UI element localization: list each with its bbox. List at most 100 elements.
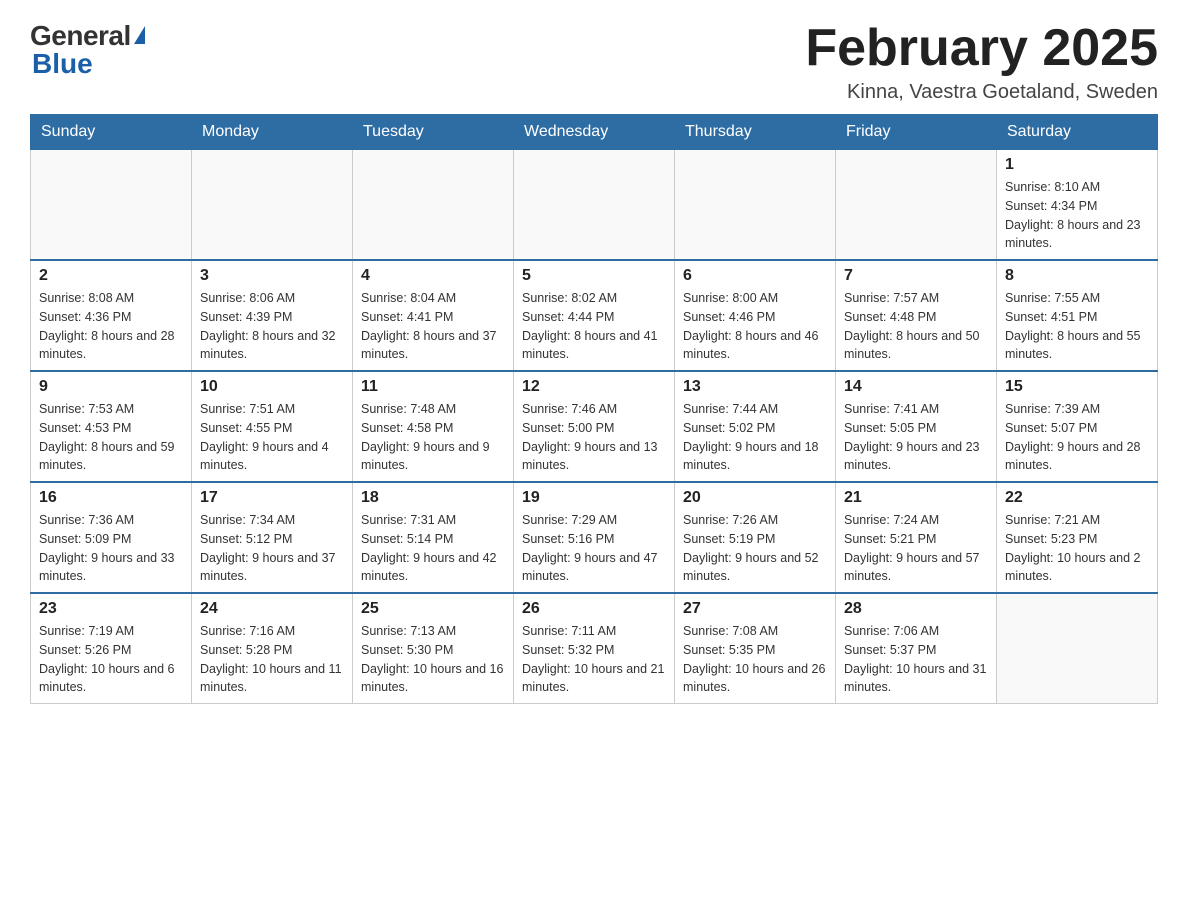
header-monday: Monday [192, 115, 353, 150]
day-number: 17 [200, 489, 344, 507]
calendar-subtitle: Kinna, Vaestra Goetaland, Sweden [805, 81, 1158, 104]
day-number: 8 [1005, 267, 1149, 285]
title-area: February 2025 Kinna, Vaestra Goetaland, … [805, 20, 1158, 104]
day-info: Sunrise: 7:34 AMSunset: 5:12 PMDaylight:… [200, 511, 344, 586]
day-info: Sunrise: 8:06 AMSunset: 4:39 PMDaylight:… [200, 289, 344, 364]
calendar-cell: 4 Sunrise: 8:04 AMSunset: 4:41 PMDaylight… [353, 260, 514, 371]
day-info: Sunrise: 7:11 AMSunset: 5:32 PMDaylight:… [522, 622, 666, 697]
day-info: Sunrise: 7:13 AMSunset: 5:30 PMDaylight:… [361, 622, 505, 697]
calendar-cell [353, 150, 514, 261]
day-number: 27 [683, 600, 827, 618]
day-number: 13 [683, 378, 827, 396]
calendar-week-4: 16 Sunrise: 7:36 AMSunset: 5:09 PMDayligh… [31, 482, 1158, 593]
calendar-cell: 2Sunrise: 8:08 AMSunset: 4:36 PMDaylight… [31, 260, 192, 371]
day-number: 10 [200, 378, 344, 396]
day-info: Sunrise: 7:41 AMSunset: 5:05 PMDaylight:… [844, 400, 988, 475]
day-number: 25 [361, 600, 505, 618]
day-info: Sunrise: 7:24 AMSunset: 5:21 PMDaylight:… [844, 511, 988, 586]
calendar-week-3: 9 Sunrise: 7:53 AMSunset: 4:53 PMDaylight… [31, 371, 1158, 482]
day-info: Sunrise: 7:44 AMSunset: 5:02 PMDaylight:… [683, 400, 827, 475]
calendar-cell: 27Sunrise: 7:08 AMSunset: 5:35 PMDayligh… [675, 593, 836, 704]
day-number: 28 [844, 600, 988, 618]
calendar-cell: 13 Sunrise: 7:44 AMSunset: 5:02 PMDayligh… [675, 371, 836, 482]
calendar-cell [675, 150, 836, 261]
day-info: Sunrise: 7:46 AMSunset: 5:00 PMDaylight:… [522, 400, 666, 475]
calendar-cell: 26 Sunrise: 7:11 AMSunset: 5:32 PMDayligh… [514, 593, 675, 704]
day-info: Sunrise: 7:55 AMSunset: 4:51 PMDaylight:… [1005, 289, 1149, 364]
header-friday: Friday [836, 115, 997, 150]
calendar-cell: 9 Sunrise: 7:53 AMSunset: 4:53 PMDaylight… [31, 371, 192, 482]
day-info: Sunrise: 7:29 AMSunset: 5:16 PMDaylight:… [522, 511, 666, 586]
day-info: Sunrise: 7:51 AMSunset: 4:55 PMDaylight:… [200, 400, 344, 475]
day-number: 12 [522, 378, 666, 396]
day-number: 5 [522, 267, 666, 285]
calendar-cell: 14 Sunrise: 7:41 AMSunset: 5:05 PMDayligh… [836, 371, 997, 482]
header-tuesday: Tuesday [353, 115, 514, 150]
day-number: 21 [844, 489, 988, 507]
calendar-cell: 21 Sunrise: 7:24 AMSunset: 5:21 PMDayligh… [836, 482, 997, 593]
day-number: 16 [39, 489, 183, 507]
calendar-week-5: 23 Sunrise: 7:19 AMSunset: 5:26 PMDayligh… [31, 593, 1158, 704]
calendar-cell: 15 Sunrise: 7:39 AMSunset: 5:07 PMDayligh… [997, 371, 1158, 482]
calendar-cell: 23 Sunrise: 7:19 AMSunset: 5:26 PMDayligh… [31, 593, 192, 704]
day-number: 22 [1005, 489, 1149, 507]
day-number: 20 [683, 489, 827, 507]
header-saturday: Saturday [997, 115, 1158, 150]
day-info: Sunrise: 8:00 AMSunset: 4:46 PMDaylight:… [683, 289, 827, 364]
calendar-cell: 19Sunrise: 7:29 AMSunset: 5:16 PMDayligh… [514, 482, 675, 593]
day-info: Sunrise: 8:02 AMSunset: 4:44 PMDaylight:… [522, 289, 666, 364]
calendar-cell: 6 Sunrise: 8:00 AMSunset: 4:46 PMDaylight… [675, 260, 836, 371]
day-info: Sunrise: 7:36 AMSunset: 5:09 PMDaylight:… [39, 511, 183, 586]
calendar-week-1: 1Sunrise: 8:10 AMSunset: 4:34 PMDaylight… [31, 150, 1158, 261]
day-info: Sunrise: 7:48 AMSunset: 4:58 PMDaylight:… [361, 400, 505, 475]
day-info: Sunrise: 7:19 AMSunset: 5:26 PMDaylight:… [39, 622, 183, 697]
day-number: 24 [200, 600, 344, 618]
calendar-cell: 3 Sunrise: 8:06 AMSunset: 4:39 PMDaylight… [192, 260, 353, 371]
day-number: 18 [361, 489, 505, 507]
header-thursday: Thursday [675, 115, 836, 150]
calendar-cell: 16 Sunrise: 7:36 AMSunset: 5:09 PMDayligh… [31, 482, 192, 593]
header-sunday: Sunday [31, 115, 192, 150]
calendar-cell: 12 Sunrise: 7:46 AMSunset: 5:00 PMDayligh… [514, 371, 675, 482]
day-info: Sunrise: 7:57 AMSunset: 4:48 PMDaylight:… [844, 289, 988, 364]
day-number: 2 [39, 267, 183, 285]
calendar-cell: 25 Sunrise: 7:13 AMSunset: 5:30 PMDayligh… [353, 593, 514, 704]
day-number: 15 [1005, 378, 1149, 396]
calendar-title: February 2025 [805, 20, 1158, 77]
calendar-cell [31, 150, 192, 261]
calendar-week-2: 2Sunrise: 8:08 AMSunset: 4:36 PMDaylight… [31, 260, 1158, 371]
day-number: 14 [844, 378, 988, 396]
page-header: General Blue February 2025 Kinna, Vaestr… [30, 20, 1158, 104]
day-info: Sunrise: 7:39 AMSunset: 5:07 PMDaylight:… [1005, 400, 1149, 475]
logo-blue-text: Blue [32, 48, 93, 80]
logo-triangle-icon [134, 26, 145, 44]
calendar-cell: 11 Sunrise: 7:48 AMSunset: 4:58 PMDayligh… [353, 371, 514, 482]
calendar-cell: 7 Sunrise: 7:57 AMSunset: 4:48 PMDaylight… [836, 260, 997, 371]
day-info: Sunrise: 8:04 AMSunset: 4:41 PMDaylight:… [361, 289, 505, 364]
calendar-cell: 22 Sunrise: 7:21 AMSunset: 5:23 PMDayligh… [997, 482, 1158, 593]
calendar-table: SundayMondayTuesdayWednesdayThursdayFrid… [30, 114, 1158, 704]
day-info: Sunrise: 7:21 AMSunset: 5:23 PMDaylight:… [1005, 511, 1149, 586]
day-number: 26 [522, 600, 666, 618]
day-number: 11 [361, 378, 505, 396]
day-number: 9 [39, 378, 183, 396]
calendar-cell: 20 Sunrise: 7:26 AMSunset: 5:19 PMDayligh… [675, 482, 836, 593]
day-info: Sunrise: 7:16 AMSunset: 5:28 PMDaylight:… [200, 622, 344, 697]
day-number: 7 [844, 267, 988, 285]
calendar-cell: 1Sunrise: 8:10 AMSunset: 4:34 PMDaylight… [997, 150, 1158, 261]
day-info: Sunrise: 7:53 AMSunset: 4:53 PMDaylight:… [39, 400, 183, 475]
day-number: 4 [361, 267, 505, 285]
day-info: Sunrise: 7:26 AMSunset: 5:19 PMDaylight:… [683, 511, 827, 586]
calendar-cell: 8 Sunrise: 7:55 AMSunset: 4:51 PMDaylight… [997, 260, 1158, 371]
day-number: 6 [683, 267, 827, 285]
day-info: Sunrise: 8:10 AMSunset: 4:34 PMDaylight:… [1005, 178, 1149, 253]
calendar-cell: 5 Sunrise: 8:02 AMSunset: 4:44 PMDaylight… [514, 260, 675, 371]
calendar-cell: 24 Sunrise: 7:16 AMSunset: 5:28 PMDayligh… [192, 593, 353, 704]
header-wednesday: Wednesday [514, 115, 675, 150]
day-number: 3 [200, 267, 344, 285]
calendar-cell [997, 593, 1158, 704]
calendar-cell: 17 Sunrise: 7:34 AMSunset: 5:12 PMDayligh… [192, 482, 353, 593]
calendar-cell [836, 150, 997, 261]
day-info: Sunrise: 7:06 AMSunset: 5:37 PMDaylight:… [844, 622, 988, 697]
day-number: 23 [39, 600, 183, 618]
